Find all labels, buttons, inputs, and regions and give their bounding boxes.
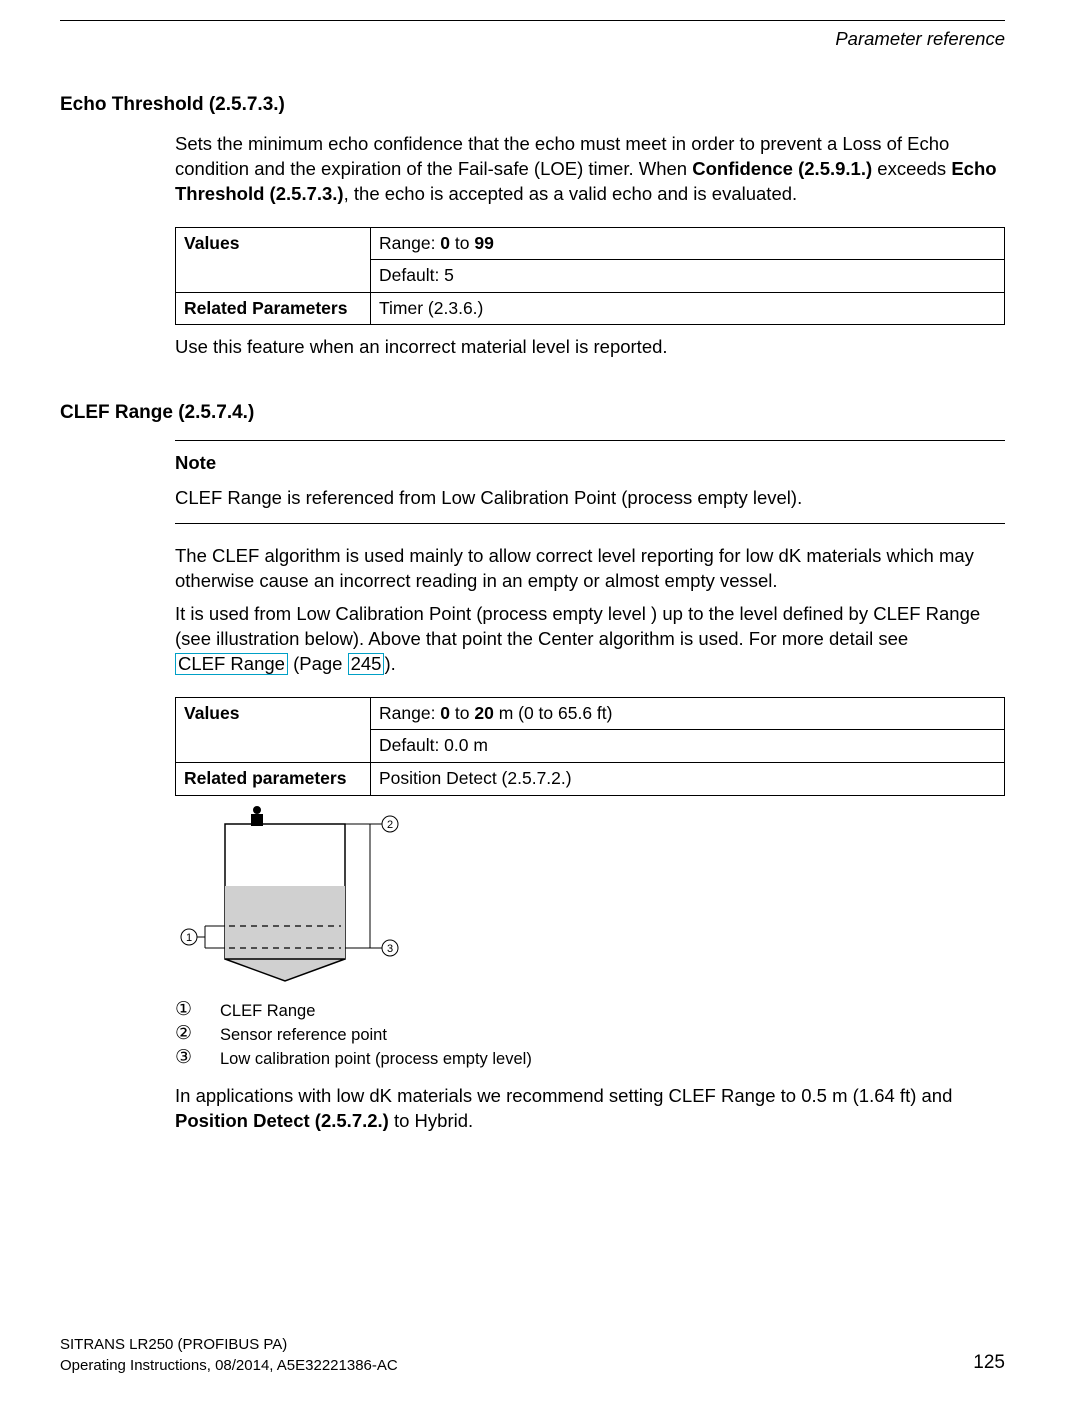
svg-text:3: 3 — [387, 943, 393, 955]
note-title: Note — [175, 451, 1005, 476]
table-echo-threshold: Values Range: 0 to 99 Default: 5 Related… — [175, 227, 1005, 326]
para-clef-desc: The CLEF algorithm is used mainly to all… — [175, 544, 1005, 594]
legend-row-1: ①CLEF Range — [175, 1000, 1005, 1022]
cell-default: Default: 5 — [371, 260, 1005, 293]
text: Range: — [379, 703, 440, 723]
heading-clef-range: CLEF Range (2.5.7.4.) — [60, 400, 1005, 426]
text: 0 — [440, 703, 450, 723]
para-clef-usage: It is used from Low Calibration Point (p… — [175, 602, 1005, 677]
text: ). — [384, 653, 395, 674]
para-use-feature: Use this feature when an incorrect mater… — [175, 335, 1005, 360]
text: It is used from Low Calibration Point (p… — [175, 603, 980, 649]
svg-text:2: 2 — [387, 819, 393, 831]
table-row: Related Parameters Timer (2.3.6.) — [176, 292, 1005, 325]
cell-values-label: Values — [176, 227, 371, 292]
text: m (0 to 65.6 ft) — [494, 703, 613, 723]
footer-line1: SITRANS LR250 (PROFIBUS PA) — [60, 1334, 1005, 1355]
cell-related-label: Related parameters — [176, 763, 371, 796]
legend-row-2: ②Sensor reference point — [175, 1024, 1005, 1046]
legend-num-1: ① — [175, 1000, 220, 1019]
top-rule — [60, 20, 1005, 21]
ref-position-detect: Position Detect (2.5.7.2.) — [175, 1110, 389, 1131]
svg-text:1: 1 — [186, 932, 192, 944]
text: Range: — [379, 233, 440, 253]
table-row: Values Range: 0 to 99 — [176, 227, 1005, 260]
text: exceeds — [872, 158, 951, 179]
page-number: 125 — [973, 1350, 1005, 1376]
cell-range: Range: 0 to 99 — [371, 227, 1005, 260]
text: to — [450, 703, 474, 723]
text: 99 — [474, 233, 493, 253]
header-section: Parameter reference — [60, 27, 1005, 52]
link-clef-range[interactable]: CLEF Range — [175, 653, 288, 675]
diagram-svg: 1 2 3 — [175, 806, 435, 986]
text: 20 — [474, 703, 493, 723]
text: , the echo is accepted as a valid echo a… — [344, 183, 798, 204]
note-body: CLEF Range is referenced from Low Calibr… — [175, 486, 1005, 511]
legend-num-2: ② — [175, 1024, 220, 1043]
cell-related-value: Position Detect (2.5.7.2.) — [371, 763, 1005, 796]
clef-diagram: 1 2 3 — [175, 806, 1005, 986]
footer-line2: Operating Instructions, 08/2014, A5E3222… — [60, 1355, 1005, 1376]
table-row: Related parameters Position Detect (2.5.… — [176, 763, 1005, 796]
cell-related-label: Related Parameters — [176, 292, 371, 325]
text: In applications with low dK materials we… — [175, 1085, 952, 1106]
legend-text-1: CLEF Range — [220, 1002, 315, 1020]
cell-values-label: Values — [176, 697, 371, 762]
link-page-245[interactable]: 245 — [348, 653, 385, 675]
note-block: Note CLEF Range is referenced from Low C… — [175, 440, 1005, 524]
table-row: Values Range: 0 to 20 m (0 to 65.6 ft) — [176, 697, 1005, 730]
legend-text-2: Sensor reference point — [220, 1026, 387, 1044]
ref-confidence: Confidence (2.5.9.1.) — [692, 158, 872, 179]
cell-related-value: Timer (2.3.6.) — [371, 292, 1005, 325]
table-clef-range: Values Range: 0 to 20 m (0 to 65.6 ft) D… — [175, 697, 1005, 796]
cell-range: Range: 0 to 20 m (0 to 65.6 ft) — [371, 697, 1005, 730]
text: 0 — [440, 233, 450, 253]
para-recommendation: In applications with low dK materials we… — [175, 1084, 1005, 1134]
legend-row-3: ③Low calibration point (process empty le… — [175, 1048, 1005, 1070]
legend-num-3: ③ — [175, 1048, 220, 1067]
text: to — [450, 233, 474, 253]
page-footer: SITRANS LR250 (PROFIBUS PA) Operating In… — [60, 1334, 1005, 1376]
text: (Page — [288, 653, 348, 674]
cell-default: Default: 0.0 m — [371, 730, 1005, 763]
heading-echo-threshold: Echo Threshold (2.5.7.3.) — [60, 92, 1005, 118]
legend-text-3: Low calibration point (process empty lev… — [220, 1050, 532, 1068]
text: to Hybrid. — [389, 1110, 473, 1131]
para-echo-threshold-desc: Sets the minimum echo confidence that th… — [175, 132, 1005, 207]
